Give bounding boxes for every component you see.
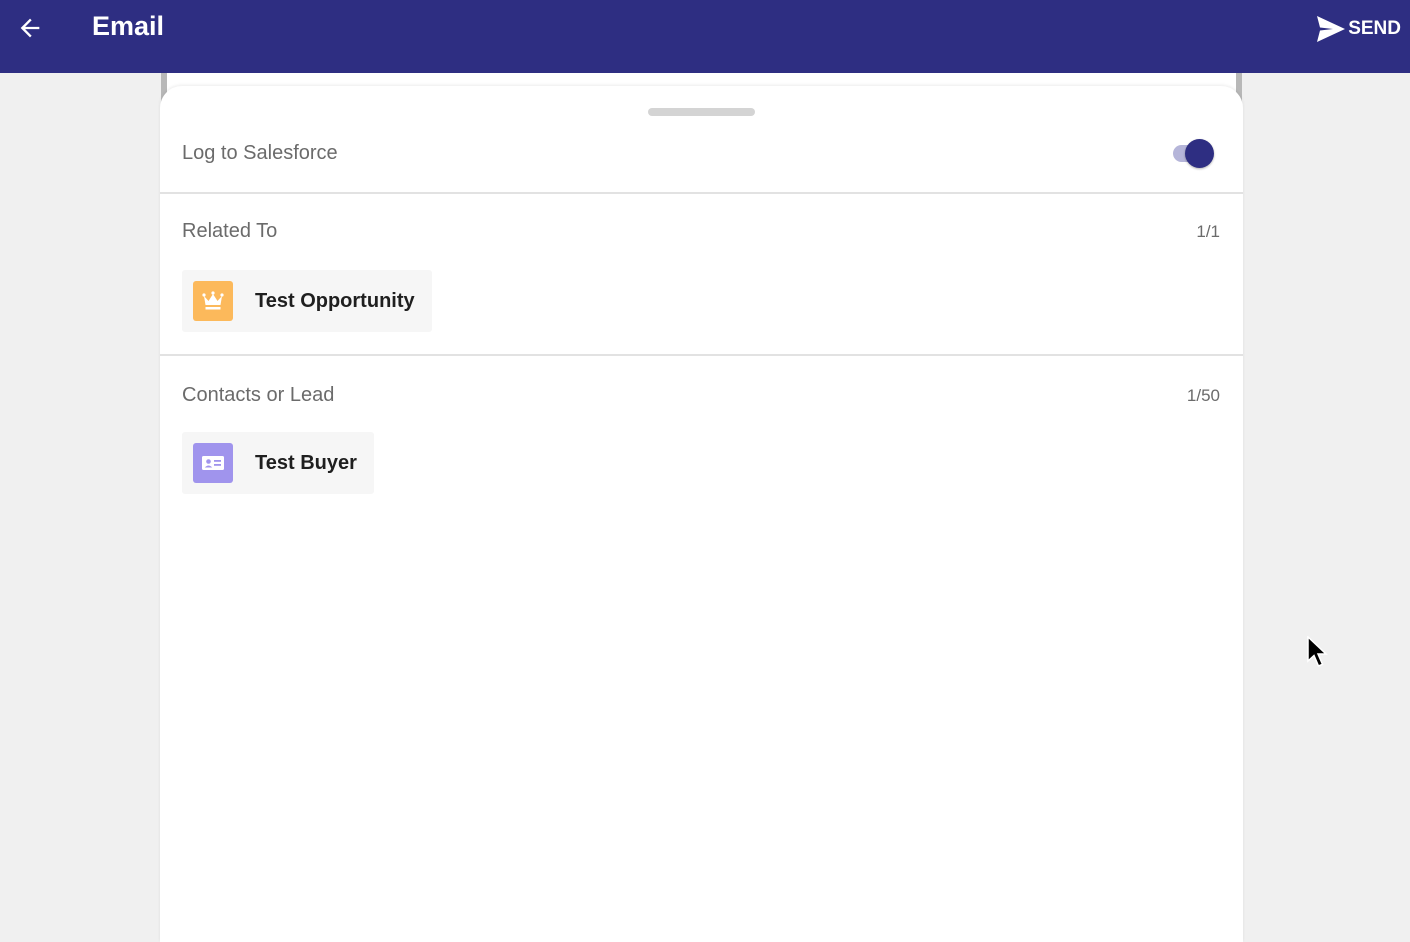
back-button[interactable] — [14, 12, 46, 44]
crown-icon — [193, 281, 233, 321]
contact-card-icon — [193, 443, 233, 483]
page-title: Email — [92, 11, 165, 41]
related-record-chip[interactable]: Test Opportunity — [182, 270, 432, 332]
app-bar: Email SEND — [0, 0, 1410, 73]
contact-name: Test Buyer — [255, 451, 357, 474]
related-to-count: 1/1 — [1196, 222, 1220, 241]
contact-chip[interactable]: Test Buyer — [182, 432, 374, 494]
drag-handle[interactable] — [648, 108, 755, 116]
send-button[interactable]: SEND — [1316, 14, 1401, 44]
related-to-section: Related To 1/1 Test Opportunity — [160, 195, 1243, 356]
log-to-salesforce-label: Log to Salesforce — [182, 142, 338, 164]
related-record-name: Test Opportunity — [255, 289, 415, 312]
toggle-knob — [1185, 139, 1214, 168]
log-to-salesforce-toggle[interactable] — [1171, 138, 1217, 168]
log-to-salesforce-row: Log to Salesforce — [160, 126, 1243, 194]
bottom-sheet: Log to Salesforce Related To 1/1 Test Op… — [160, 86, 1243, 942]
send-icon — [1317, 16, 1346, 42]
contacts-count: 1/50 — [1186, 386, 1220, 405]
related-to-label: Related To — [182, 220, 278, 242]
contacts-label: Contacts or Lead — [182, 384, 335, 406]
mouse-cursor-icon — [1307, 636, 1328, 667]
contacts-section: Contacts or Lead 1/50 Test Buyer — [160, 358, 1243, 518]
arrow-left-icon — [20, 18, 40, 38]
send-label: SEND — [1348, 18, 1401, 39]
